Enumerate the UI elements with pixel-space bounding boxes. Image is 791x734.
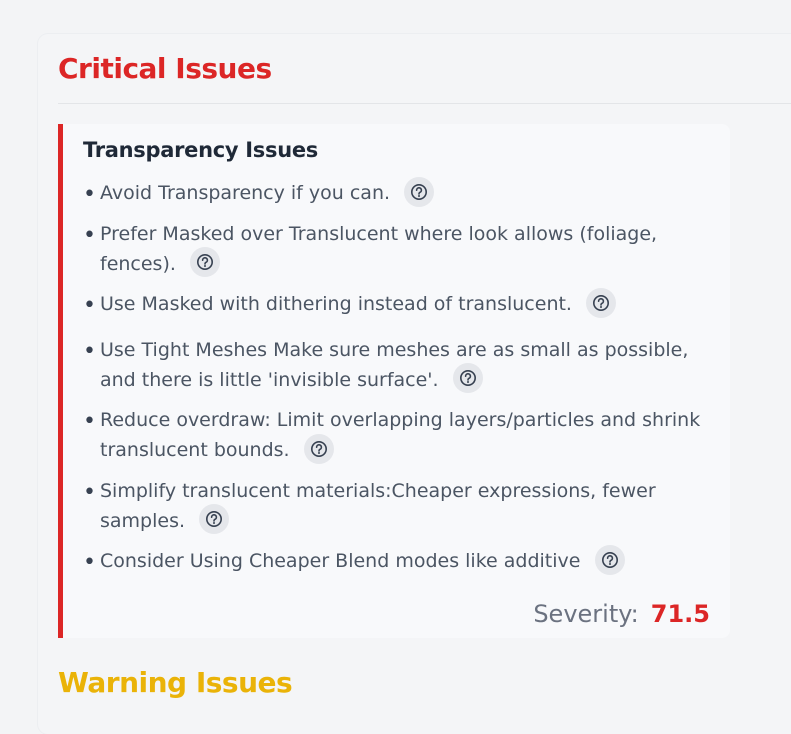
list-item: • Avoid Transparency if you can.	[83, 176, 708, 209]
bullet: •	[83, 293, 96, 318]
severity-label: Severity:	[533, 600, 639, 628]
bullet: •	[83, 550, 96, 575]
list-item: • Use Tight Meshes Make sure meshes are …	[83, 335, 708, 396]
bullet: •	[83, 338, 96, 364]
recommendation-text: Consider Using Cheaper Blend modes like …	[100, 550, 581, 572]
help-icon[interactable]	[404, 176, 435, 207]
list-item: • Simplify translucent materials:Cheaper…	[83, 476, 708, 537]
list-item: • Reduce overdraw: Limit overlapping lay…	[83, 405, 708, 466]
help-icon[interactable]	[199, 504, 230, 534]
help-icon[interactable]	[586, 287, 617, 318]
list-item: • Prefer Masked over Translucent where l…	[83, 219, 708, 280]
critical-issues-heading: Critical Issues	[58, 52, 272, 85]
recommendation-text: Reduce overdraw: Limit overlapping layer…	[100, 409, 701, 461]
issue-recommendation-list: • Avoid Transparency if you can. • Prefe…	[83, 176, 708, 587]
bullet: •	[83, 222, 96, 248]
issues-panel: Critical Issues Transparency Issues • Av…	[38, 34, 791, 734]
recommendation-text: Avoid Transparency if you can.	[100, 182, 391, 204]
recommendation-text: Use Tight Meshes Make sure meshes are as…	[100, 338, 689, 391]
severity-value: 71.5	[650, 600, 710, 628]
help-icon[interactable]	[594, 544, 625, 575]
help-icon[interactable]	[452, 363, 483, 393]
section-divider	[58, 103, 791, 104]
warning-issues-heading: Warning Issues	[58, 666, 293, 699]
recommendation-text: Prefer Masked over Translucent where loo…	[100, 222, 658, 275]
bullet: •	[83, 409, 96, 434]
help-icon[interactable]	[303, 433, 334, 464]
transparency-issue-card: Transparency Issues • Avoid Transparency…	[58, 124, 730, 638]
issue-card-title: Transparency Issues	[83, 138, 319, 162]
help-icon[interactable]	[189, 247, 220, 277]
severity-score: Severity: 71.5	[533, 600, 710, 628]
bullet: •	[83, 479, 96, 505]
list-item: • Consider Using Cheaper Blend modes lik…	[83, 544, 708, 577]
recommendation-text: Use Masked with dithering instead of tra…	[100, 293, 572, 315]
list-item: • Use Masked with dithering instead of t…	[83, 287, 708, 320]
recommendation-text: Simplify translucent materials:Cheaper e…	[100, 479, 656, 532]
bullet: •	[83, 182, 96, 207]
